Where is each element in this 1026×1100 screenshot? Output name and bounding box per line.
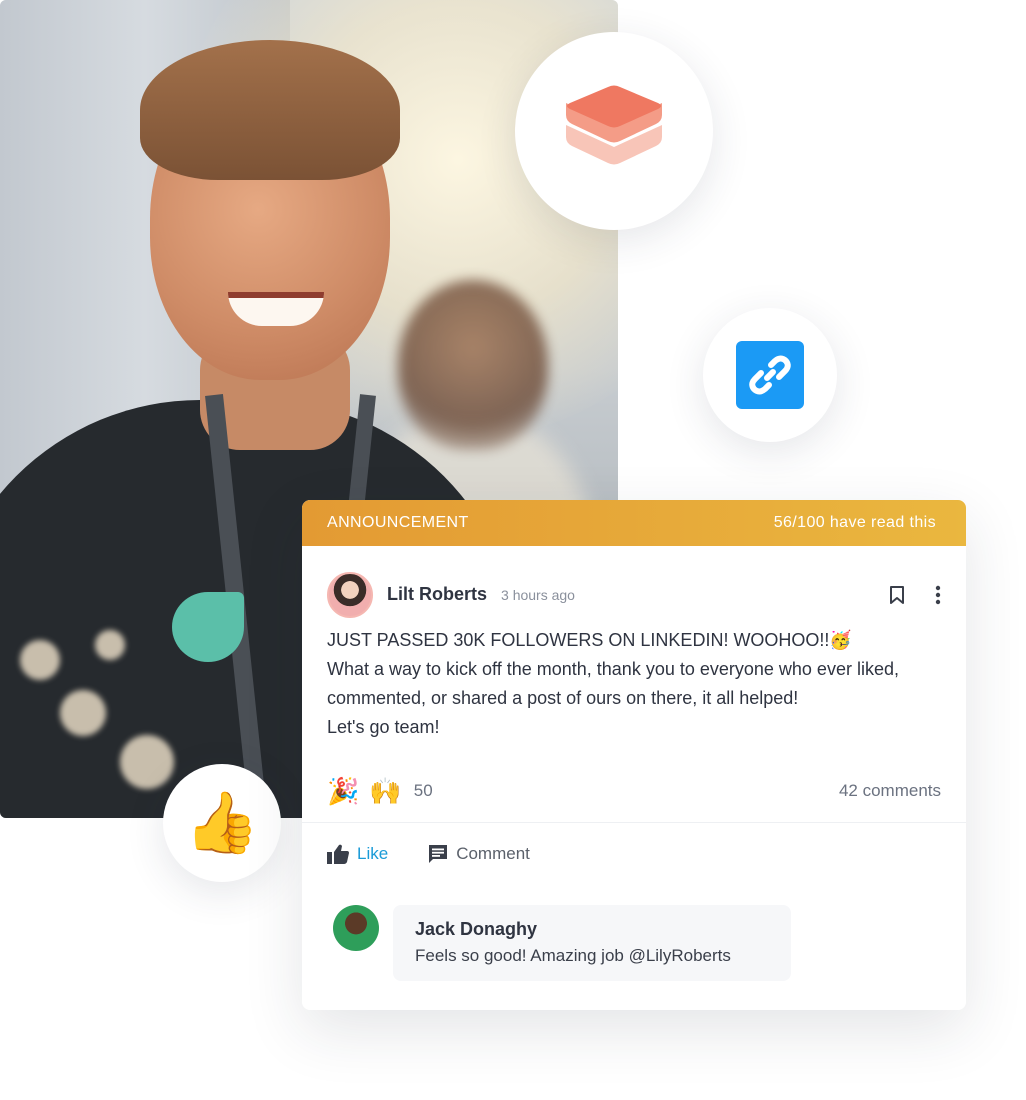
post-body: JUST PASSED 30K FOLLOWERS ON LINKEDIN! W… — [302, 626, 966, 742]
post-timestamp: 3 hours ago — [501, 586, 575, 603]
announcement-card: ANNOUNCEMENT 56/100 have read this Lilt … — [302, 500, 966, 1010]
photo-bokeh — [60, 690, 106, 736]
stack-badge — [515, 32, 713, 230]
avatar[interactable] — [327, 571, 373, 618]
comment-author[interactable]: Jack Donaghy — [415, 919, 769, 940]
thumbs-up-icon — [327, 844, 349, 864]
comment-label: Comment — [456, 844, 530, 863]
post-line: What a way to kick off the month, thank … — [327, 659, 899, 708]
photo-background-person-head — [398, 280, 548, 450]
raised-hands-emoji[interactable]: 🙌 — [369, 778, 401, 804]
read-status: 56/100 have read this — [773, 514, 936, 531]
post-line: JUST PASSED 30K FOLLOWERS ON LINKEDIN! W… — [327, 630, 852, 650]
action-bar: Like Comment — [302, 823, 966, 885]
comments-count[interactable]: 42 comments — [839, 781, 941, 801]
reactions-row: 🎉 🙌 50 42 comments — [302, 776, 966, 806]
photo-bokeh — [20, 640, 60, 680]
link-chain-icon — [749, 355, 791, 395]
more-vertical-icon[interactable] — [935, 585, 941, 605]
link-badge — [703, 308, 837, 442]
announcement-header: ANNOUNCEMENT 56/100 have read this — [302, 500, 966, 546]
photo-bokeh — [120, 735, 174, 789]
bookmark-icon[interactable] — [889, 585, 905, 605]
post-header: Lilt Roberts 3 hours ago — [302, 546, 966, 626]
thumbs-up-emoji: 👍 — [184, 789, 260, 856]
like-label: Like — [357, 844, 389, 863]
post-line: Let's go team! — [327, 717, 440, 737]
like-button[interactable]: Like — [327, 844, 388, 864]
photo-bokeh — [95, 630, 125, 660]
thumbs-up-badge: 👍 — [163, 764, 281, 882]
link-tile — [736, 341, 804, 409]
comment-text: Feels so good! Amazing job @LilyRoberts — [415, 946, 731, 965]
layers-stack-icon — [566, 85, 662, 165]
reaction-count[interactable]: 50 — [414, 781, 433, 801]
post-author[interactable]: Lilt Roberts — [387, 584, 487, 605]
announcement-label: ANNOUNCEMENT — [327, 514, 469, 531]
comment-icon — [429, 845, 448, 863]
party-popper-emoji[interactable]: 🎉 — [327, 778, 359, 804]
shirt-logo — [172, 592, 244, 662]
comment-bubble: Jack Donaghy Feels so good! Amazing job … — [393, 905, 791, 981]
avatar[interactable] — [333, 905, 379, 951]
comment-item: Jack Donaghy Feels so good! Amazing job … — [302, 885, 966, 981]
photo-person-hair — [140, 40, 400, 180]
post-actions — [889, 585, 941, 605]
comment-button[interactable]: Comment — [428, 844, 530, 864]
